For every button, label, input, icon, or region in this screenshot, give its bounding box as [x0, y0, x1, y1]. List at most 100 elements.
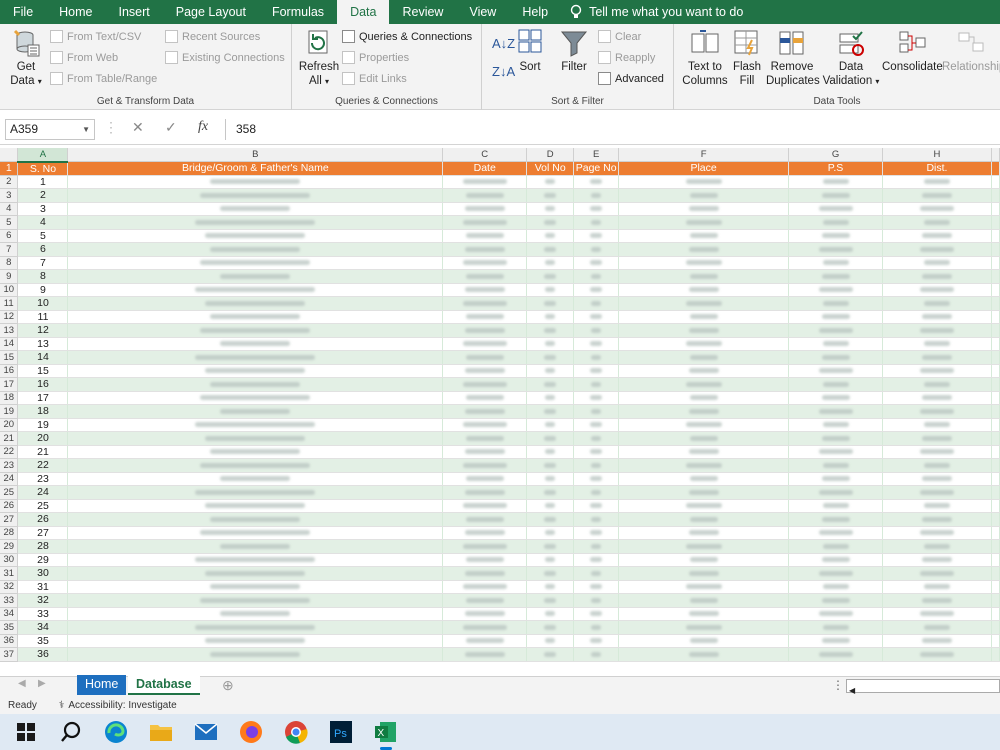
tab-home[interactable]: Home [46, 0, 105, 24]
cell-empty[interactable] [991, 553, 1000, 567]
col-header-h[interactable]: H [882, 148, 992, 162]
cell-redacted[interactable] [882, 539, 992, 554]
cell-redacted[interactable] [573, 580, 620, 594]
cell-redacted[interactable] [573, 404, 620, 419]
row-header[interactable]: 24 [0, 472, 19, 486]
cell-redacted[interactable] [442, 202, 528, 216]
cell-empty[interactable] [991, 202, 1000, 216]
recent-sources-button[interactable]: Recent Sources [165, 30, 260, 43]
row-header[interactable]: 15 [0, 350, 19, 365]
cell-redacted[interactable] [67, 283, 444, 297]
cell-redacted[interactable] [67, 593, 444, 608]
cell-redacted[interactable] [618, 188, 790, 203]
cell-redacted[interactable] [67, 499, 444, 513]
cell-redacted[interactable] [618, 647, 790, 662]
cell-sno[interactable]: 33 [17, 607, 69, 621]
cell-redacted[interactable] [618, 418, 790, 432]
cell-redacted[interactable] [67, 404, 444, 419]
cell-redacted[interactable] [788, 256, 883, 270]
cell-redacted[interactable] [618, 404, 790, 419]
data-validation-button[interactable]: Data Validation ▾ [820, 28, 882, 89]
cell-redacted[interactable] [618, 323, 790, 338]
cell-redacted[interactable] [573, 499, 620, 513]
header-cell-ps[interactable]: P.S [788, 161, 883, 176]
col-header-g[interactable]: G [788, 148, 883, 162]
cell-redacted[interactable] [442, 431, 528, 446]
cell-redacted[interactable] [67, 566, 444, 581]
cell-redacted[interactable] [442, 391, 528, 405]
cell-redacted[interactable] [67, 485, 444, 500]
select-all-corner[interactable] [0, 148, 19, 162]
cell-sno[interactable]: 7 [17, 256, 69, 270]
cell-redacted[interactable] [618, 445, 790, 459]
cell-sno[interactable]: 5 [17, 229, 69, 243]
cell-redacted[interactable] [788, 647, 883, 662]
cell-redacted[interactable] [526, 526, 575, 540]
cell-redacted[interactable] [526, 404, 575, 419]
header-cell-place[interactable]: Place [618, 161, 790, 176]
cell-sno[interactable]: 18 [17, 404, 69, 419]
cell-redacted[interactable] [618, 566, 790, 581]
tab-data[interactable]: Data [337, 0, 390, 24]
cell-redacted[interactable] [882, 215, 992, 230]
cell-redacted[interactable] [788, 188, 883, 203]
row-header[interactable]: 37 [0, 647, 19, 662]
relationships-button[interactable]: Relationships [942, 28, 1000, 74]
cell-redacted[interactable] [67, 445, 444, 459]
cell-sno[interactable]: 23 [17, 472, 69, 486]
chrome-icon[interactable] [282, 718, 310, 746]
cell-redacted[interactable] [618, 472, 790, 486]
cell-redacted[interactable] [526, 418, 575, 432]
cell-redacted[interactable] [573, 607, 620, 621]
cell-redacted[interactable] [442, 485, 528, 500]
row-header[interactable]: 27 [0, 512, 19, 527]
cell-redacted[interactable] [526, 310, 575, 324]
row-header[interactable]: 23 [0, 458, 19, 473]
cell-redacted[interactable] [573, 188, 620, 203]
cell-redacted[interactable] [67, 391, 444, 405]
cell-redacted[interactable] [442, 256, 528, 270]
cell-redacted[interactable] [526, 620, 575, 635]
cell-redacted[interactable] [573, 377, 620, 392]
cell-sno[interactable]: 9 [17, 283, 69, 297]
scroll-right-icon[interactable]: ▶ [38, 678, 46, 689]
cell-redacted[interactable] [882, 499, 992, 513]
cell-redacted[interactable] [526, 485, 575, 500]
cell-redacted[interactable] [442, 580, 528, 594]
cell-redacted[interactable] [882, 566, 992, 581]
edge-icon[interactable] [102, 718, 130, 746]
cell-redacted[interactable] [788, 499, 883, 513]
cell-redacted[interactable] [67, 647, 444, 662]
insert-function-icon[interactable]: fx [198, 119, 208, 135]
cell-redacted[interactable] [788, 553, 883, 567]
row-header[interactable]: 5 [0, 215, 19, 230]
cell-redacted[interactable] [573, 269, 620, 284]
header-cell-date[interactable]: Date [442, 161, 528, 176]
cell-redacted[interactable] [526, 607, 575, 621]
cell-redacted[interactable] [67, 310, 444, 324]
scroll-left-icon[interactable]: ◀ [847, 686, 855, 695]
row-header[interactable]: 1 [0, 161, 19, 176]
cell-redacted[interactable] [882, 175, 992, 189]
cell-sno[interactable]: 22 [17, 458, 69, 473]
cell-redacted[interactable] [442, 512, 528, 527]
row-header[interactable]: 31 [0, 566, 19, 581]
row-header[interactable]: 29 [0, 539, 19, 554]
cell-redacted[interactable] [788, 215, 883, 230]
cell-redacted[interactable] [442, 526, 528, 540]
cell-redacted[interactable] [882, 256, 992, 270]
cell-redacted[interactable] [573, 256, 620, 270]
cell-sno[interactable]: 10 [17, 296, 69, 311]
properties-button[interactable]: Properties [342, 51, 409, 64]
cell-sno[interactable]: 29 [17, 553, 69, 567]
cell-redacted[interactable] [526, 472, 575, 486]
cell-redacted[interactable] [442, 593, 528, 608]
cell-redacted[interactable] [573, 620, 620, 635]
cell-redacted[interactable] [573, 485, 620, 500]
cell-redacted[interactable] [788, 526, 883, 540]
cell-redacted[interactable] [573, 229, 620, 243]
cell-empty[interactable] [991, 431, 1000, 446]
cell-redacted[interactable] [526, 364, 575, 378]
excel-icon[interactable]: X [372, 718, 400, 750]
cell-sno[interactable]: 15 [17, 364, 69, 378]
